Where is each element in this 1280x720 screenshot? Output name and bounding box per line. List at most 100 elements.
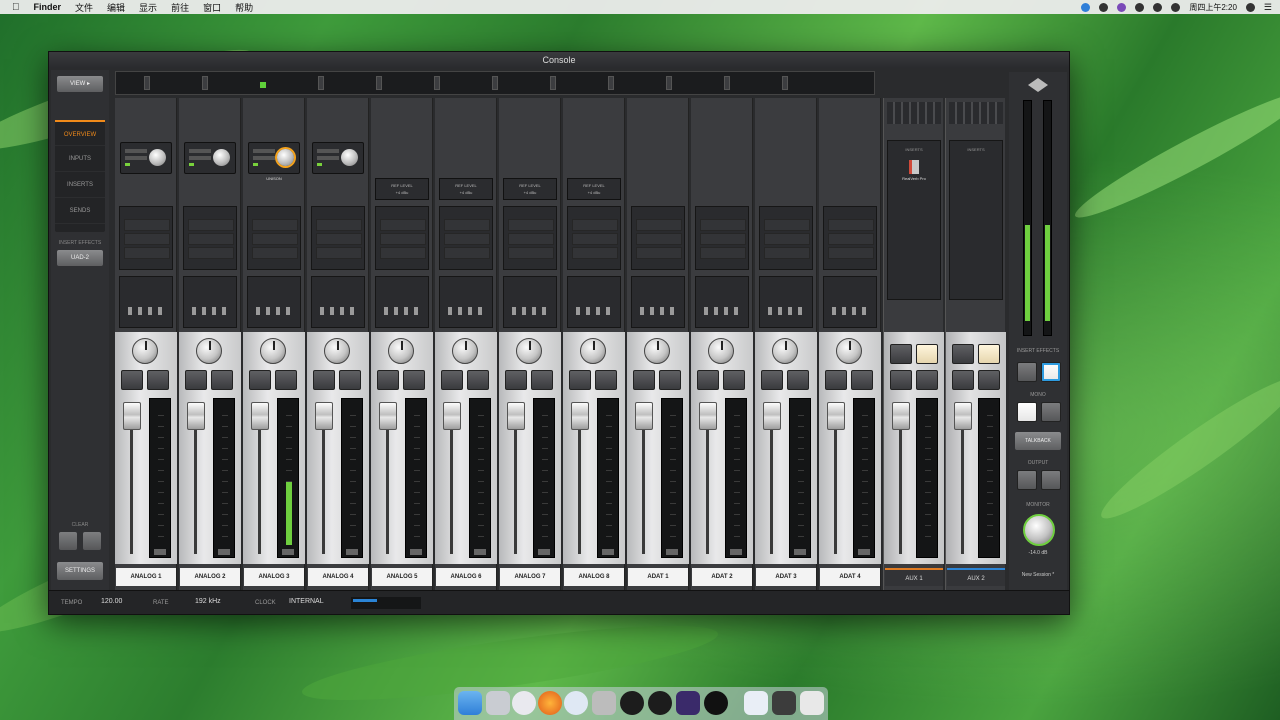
- send-level[interactable]: [512, 307, 516, 315]
- output-mute-button[interactable]: [1017, 470, 1037, 490]
- apple-menu-icon[interactable]: : [12, 2, 20, 13]
- volume-icon[interactable]: [1171, 2, 1181, 12]
- clear-solo-button[interactable]: [59, 532, 77, 550]
- insert-slot[interactable]: [508, 247, 554, 259]
- channel-name[interactable]: ADAT 2: [692, 568, 752, 586]
- solo-button[interactable]: [595, 370, 617, 390]
- insert-slot[interactable]: [252, 233, 298, 245]
- clip-indicator[interactable]: [410, 549, 422, 555]
- monitor-level-knob[interactable]: [1023, 514, 1055, 546]
- pan-knob[interactable]: [836, 338, 862, 364]
- send-level[interactable]: [714, 307, 718, 315]
- channel-fader[interactable]: [699, 402, 717, 430]
- insert-slot[interactable]: [828, 233, 874, 245]
- send-level[interactable]: [202, 307, 206, 315]
- insert-slot[interactable]: [444, 247, 490, 259]
- system-preferences-icon[interactable]: [592, 691, 616, 715]
- preamp-panel[interactable]: [248, 142, 300, 174]
- pan-knob[interactable]: [260, 338, 286, 364]
- clip-indicator[interactable]: [730, 549, 742, 555]
- mono-off-button[interactable]: [1041, 402, 1061, 422]
- solo-button[interactable]: [147, 370, 169, 390]
- send-level[interactable]: [650, 307, 654, 315]
- channel-fader[interactable]: [251, 402, 269, 430]
- send-level[interactable]: [414, 307, 418, 315]
- aux-fader[interactable]: [892, 402, 910, 430]
- pan-knob[interactable]: [196, 338, 222, 364]
- channel-fader[interactable]: [827, 402, 845, 430]
- nav-overview[interactable]: OVERVIEW: [55, 120, 105, 146]
- insert-slot[interactable]: [572, 219, 618, 231]
- menu-item-view[interactable]: 显示: [139, 1, 157, 14]
- send-level[interactable]: [586, 307, 590, 315]
- channel-name[interactable]: ADAT 1: [628, 568, 688, 586]
- menu-item-edit[interactable]: 编辑: [107, 1, 125, 14]
- output-dim-button[interactable]: [1041, 470, 1061, 490]
- insert-slot[interactable]: [636, 219, 682, 231]
- channel-name[interactable]: ANALOG 4: [308, 568, 368, 586]
- nav-inserts[interactable]: INSERTS: [55, 172, 105, 198]
- menu-app-name[interactable]: Finder: [34, 2, 62, 12]
- send-level[interactable]: [842, 307, 846, 315]
- rate-value[interactable]: 192 kHz: [195, 598, 221, 605]
- send-level[interactable]: [704, 307, 708, 315]
- plugin-icon[interactable]: [909, 160, 919, 174]
- aux-mute-button[interactable]: [952, 344, 974, 364]
- send-level[interactable]: [576, 307, 580, 315]
- aux-solo-button[interactable]: [890, 370, 912, 390]
- channel-name[interactable]: ADAT 4: [820, 568, 880, 586]
- trash-icon[interactable]: [800, 691, 824, 715]
- send-level[interactable]: [542, 307, 546, 315]
- send-level[interactable]: [458, 307, 462, 315]
- send-level[interactable]: [222, 307, 226, 315]
- logic-icon[interactable]: [704, 691, 728, 715]
- send-level[interactable]: [670, 307, 674, 315]
- send-level[interactable]: [212, 307, 216, 315]
- send-level[interactable]: [158, 307, 162, 315]
- send-level[interactable]: [340, 307, 344, 315]
- send-level[interactable]: [862, 307, 866, 315]
- aux-fader[interactable]: [954, 402, 972, 430]
- menu-item-help[interactable]: 帮助: [235, 1, 253, 14]
- clip-indicator[interactable]: [474, 549, 486, 555]
- mute-button[interactable]: [121, 370, 143, 390]
- aux-post-button[interactable]: [978, 344, 1000, 364]
- insert-slot[interactable]: [252, 247, 298, 259]
- clock-value[interactable]: INTERNAL: [289, 598, 324, 605]
- pan-knob[interactable]: [388, 338, 414, 364]
- wifi-icon[interactable]: [1153, 2, 1163, 12]
- preview-icon[interactable]: [744, 691, 768, 715]
- insert-slot[interactable]: [700, 219, 746, 231]
- menu-clock[interactable]: 周四上午2:20: [1189, 2, 1237, 13]
- solo-button[interactable]: [531, 370, 553, 390]
- aux-mute-button[interactable]: [890, 344, 912, 364]
- channel-fader[interactable]: [379, 402, 397, 430]
- send-level[interactable]: [788, 307, 792, 315]
- clip-indicator[interactable]: [282, 549, 294, 555]
- mute-button[interactable]: [249, 370, 271, 390]
- insert-slot[interactable]: [316, 233, 362, 245]
- channel-fader[interactable]: [763, 402, 781, 430]
- nav-sends[interactable]: SENDS: [55, 198, 105, 224]
- aux-sends-button[interactable]: [978, 370, 1000, 390]
- send-level[interactable]: [384, 307, 388, 315]
- send-level[interactable]: [778, 307, 782, 315]
- send-level[interactable]: [798, 307, 802, 315]
- ref-level-selector[interactable]: REF LEVEL +4 dBu: [567, 178, 621, 200]
- insert-slot[interactable]: [380, 247, 426, 259]
- preamp-panel[interactable]: [120, 142, 172, 174]
- insert-slot[interactable]: [444, 233, 490, 245]
- finder-icon[interactable]: [458, 691, 482, 715]
- send-level[interactable]: [256, 307, 260, 315]
- send-level[interactable]: [266, 307, 270, 315]
- send-level[interactable]: [192, 307, 196, 315]
- insert-slot[interactable]: [828, 219, 874, 231]
- insert-slot[interactable]: [188, 233, 234, 245]
- channel-fader[interactable]: [123, 402, 141, 430]
- send-level[interactable]: [320, 307, 324, 315]
- solo-button[interactable]: [723, 370, 745, 390]
- pan-knob[interactable]: [644, 338, 670, 364]
- talkback-button[interactable]: TALKBACK: [1015, 432, 1061, 450]
- mute-button[interactable]: [569, 370, 591, 390]
- solo-button[interactable]: [339, 370, 361, 390]
